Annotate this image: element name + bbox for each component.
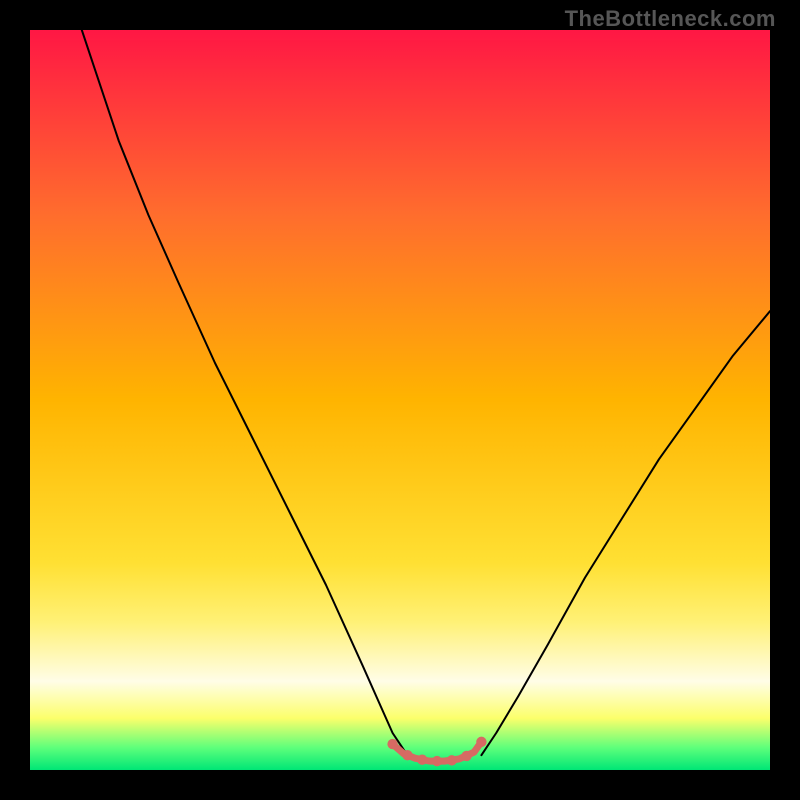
point-trough-points <box>417 754 427 764</box>
point-trough-points <box>461 751 471 761</box>
point-trough-points <box>402 750 412 760</box>
plot-area <box>30 30 770 770</box>
point-trough-points <box>387 739 397 749</box>
point-trough-points <box>447 755 457 765</box>
chart-svg <box>30 30 770 770</box>
gradient-background <box>30 30 770 770</box>
point-trough-points <box>476 737 486 747</box>
point-trough-points <box>432 756 442 766</box>
watermark-text: TheBottleneck.com <box>565 6 776 32</box>
chart-container: TheBottleneck.com <box>0 0 800 800</box>
